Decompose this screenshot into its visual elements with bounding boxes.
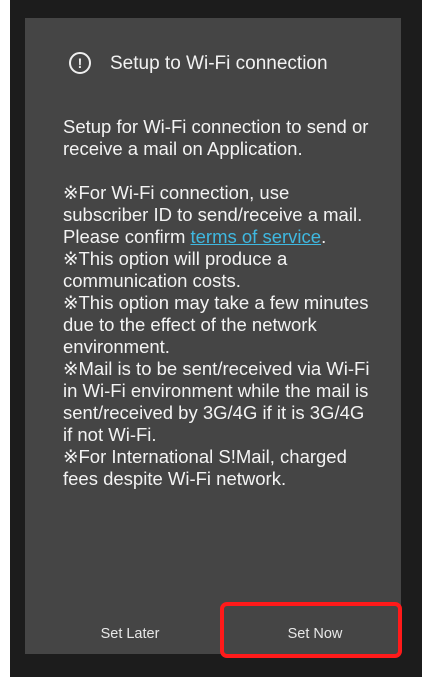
- set-later-button[interactable]: Set Later: [80, 614, 180, 654]
- terms-of-service-link[interactable]: terms of service: [191, 226, 322, 247]
- note-wifi-vs-mobile: ※Mail is to be sent/received via Wi-Fi i…: [63, 358, 370, 445]
- set-now-highlight-frame: [220, 602, 402, 658]
- note-subscriber-id-end: .: [321, 226, 327, 247]
- note-communication-costs: ※This option will produce a communicatio…: [63, 248, 288, 291]
- note-international-smail: ※For International S!Mail, charged fees …: [63, 446, 347, 489]
- note-subscriber-id: ※For Wi-Fi connection, use subscriber ID…: [63, 182, 375, 248]
- info-icon: !: [69, 52, 91, 74]
- note-network-delay: ※This option may take a few minutes due …: [63, 292, 369, 357]
- dialog-message: Setup for Wi-Fi connection to send or re…: [63, 116, 375, 490]
- wifi-setup-dialog: ! Setup to Wi-Fi connection Setup for Wi…: [25, 18, 401, 654]
- dialog-title: Setup to Wi-Fi connection: [110, 53, 328, 74]
- intro-text: Setup for Wi-Fi connection to send or re…: [63, 116, 369, 159]
